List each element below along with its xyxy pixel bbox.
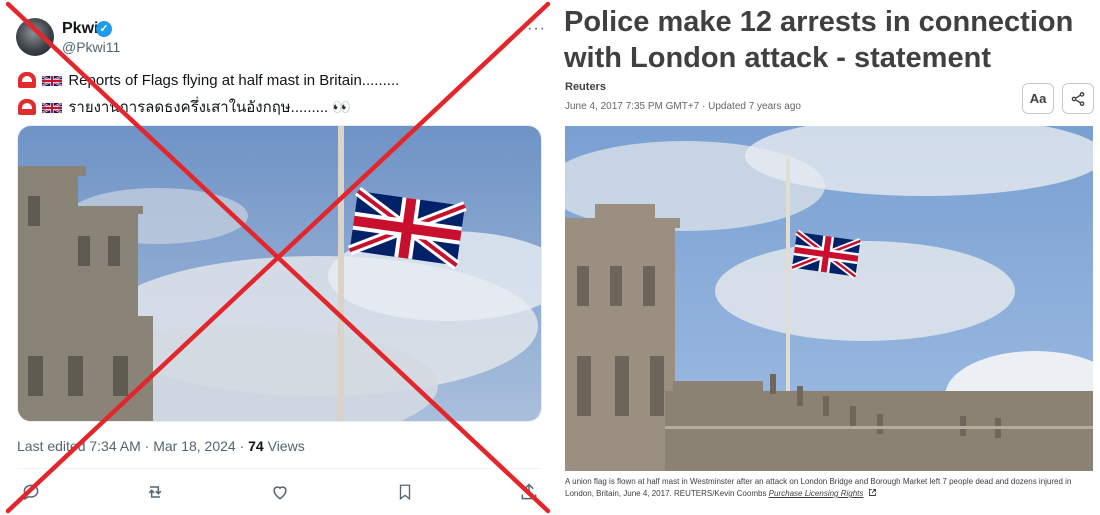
verified-badge-icon: ✓ bbox=[96, 21, 112, 37]
half-mast-flag-photo bbox=[565, 126, 1093, 471]
text-size-button[interactable]: Aa bbox=[1022, 83, 1054, 114]
author-name[interactable]: Pkwi bbox=[62, 20, 98, 38]
divider bbox=[17, 468, 542, 469]
half-mast-flag-photo bbox=[18, 126, 541, 421]
external-link-icon[interactable] bbox=[868, 488, 877, 497]
news-article: Police make 12 arrests in connection wit… bbox=[556, 0, 1100, 515]
share-button[interactable] bbox=[516, 482, 542, 504]
views-count: 74 bbox=[248, 438, 264, 454]
siren-emoji-icon bbox=[18, 99, 36, 115]
uk-flag-emoji-icon bbox=[42, 75, 63, 87]
author-handle[interactable]: @Pkwi11 bbox=[62, 39, 120, 55]
like-icon bbox=[273, 486, 287, 500]
photo-caption: A union flag is flown at half mast in We… bbox=[565, 476, 1095, 500]
tweet-card: Pkwi ✓ @Pkwi11 ··· Reports of Flags flyi… bbox=[0, 0, 552, 515]
share-icon bbox=[521, 483, 537, 500]
views-label: Views bbox=[263, 438, 305, 454]
avatar[interactable] bbox=[16, 18, 54, 56]
tweet-text-th: รายงานการลดธงครึ่งเสาในอังกฤษ......... 👀 bbox=[68, 99, 352, 116]
uk-flag-emoji-icon bbox=[42, 102, 63, 114]
retweet-icon bbox=[148, 486, 162, 498]
purchase-licensing-link[interactable]: Purchase Licensing Rights bbox=[769, 489, 864, 498]
share-icon bbox=[1071, 92, 1085, 106]
tweet-text-line: รายงานการลดธงครึ่งเสาในอังกฤษ......... 👀 bbox=[18, 95, 351, 119]
tweet-timestamp: Last edited 7:34 AM · Mar 18, 2024 · 74 … bbox=[17, 438, 305, 454]
article-headline: Police make 12 arrests in connection wit… bbox=[564, 6, 1074, 74]
tweet-text-en: Reports of Flags flying at half mast in … bbox=[68, 72, 400, 89]
article-source[interactable]: Reuters bbox=[565, 81, 606, 93]
siren-emoji-icon bbox=[18, 72, 36, 88]
bookmark-button[interactable] bbox=[392, 482, 418, 504]
edited-timestamp[interactable]: Last edited 7:34 AM · Mar 18, 2024 · bbox=[17, 438, 248, 454]
tweet-text-line: Reports of Flags flying at half mast in … bbox=[18, 72, 399, 89]
article-dateline: June 4, 2017 7:35 PM GMT+7 · Updated 7 y… bbox=[565, 101, 801, 112]
tweet-photo[interactable] bbox=[17, 125, 542, 422]
bookmark-icon bbox=[399, 484, 411, 501]
reply-button[interactable] bbox=[18, 482, 44, 504]
article-photo[interactable] bbox=[565, 126, 1093, 471]
more-options-icon[interactable]: ··· bbox=[527, 20, 546, 38]
share-button[interactable] bbox=[1062, 83, 1094, 114]
like-button[interactable] bbox=[267, 482, 293, 504]
retweet-button[interactable] bbox=[142, 482, 168, 504]
reply-icon bbox=[23, 484, 39, 501]
